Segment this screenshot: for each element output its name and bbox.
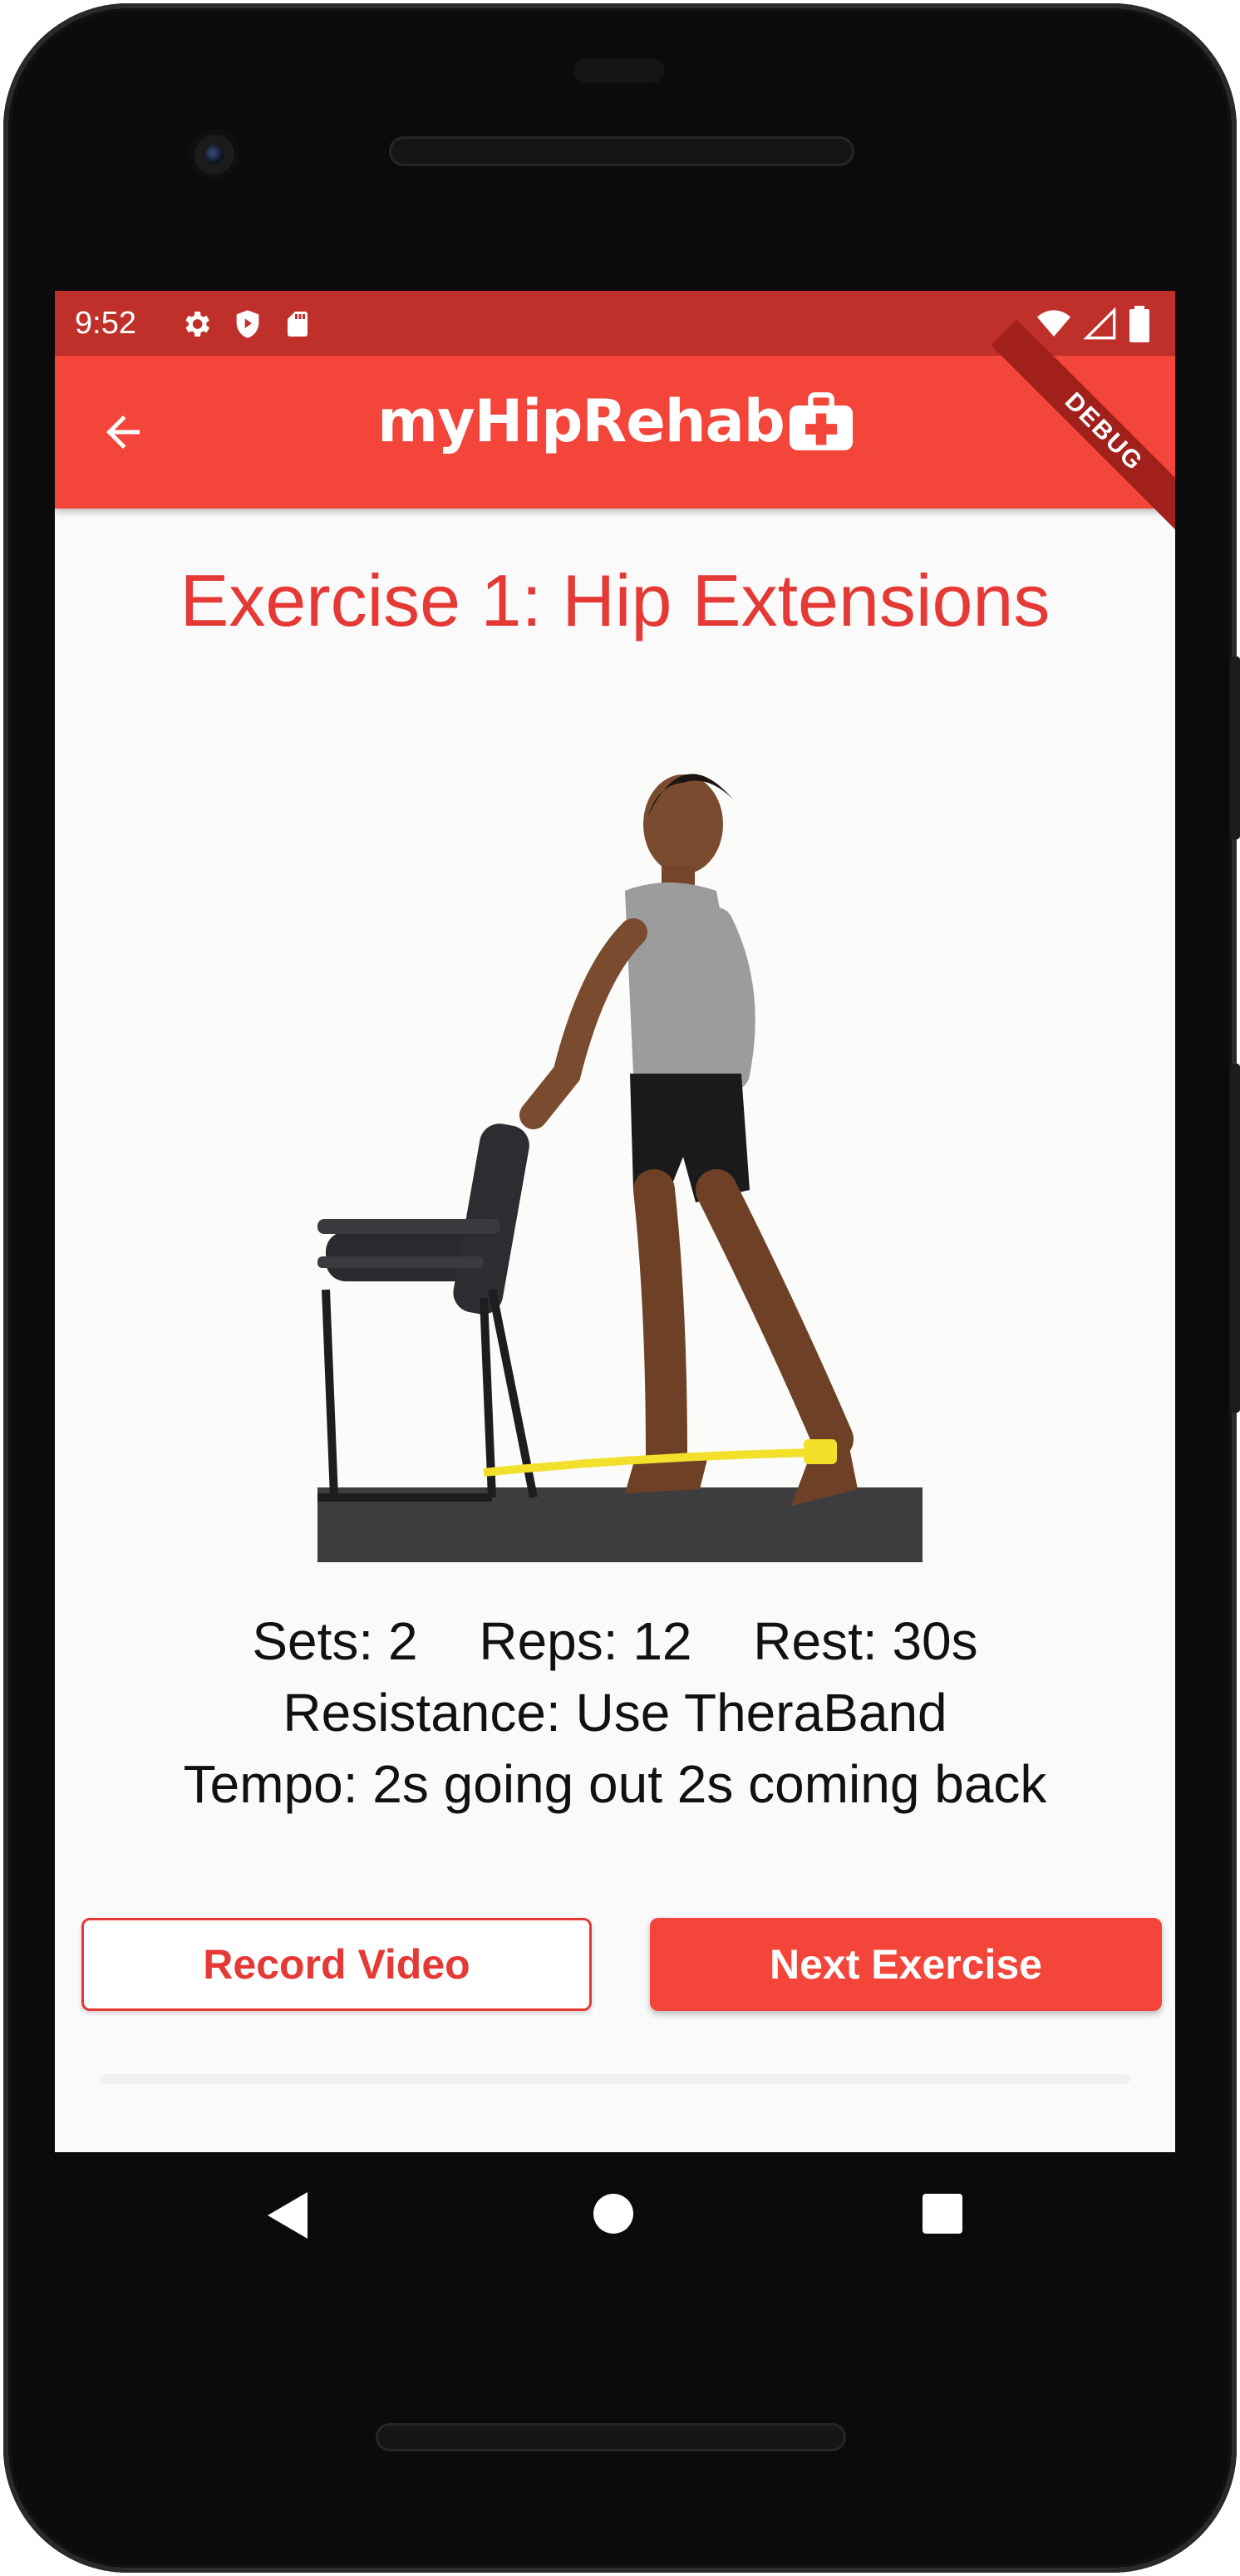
tempo-text: Tempo: 2s going out 2s coming back [183, 1754, 1047, 1814]
status-icons [180, 307, 312, 341]
resistance-text: Resistance: Use TheraBand [283, 1683, 947, 1743]
play-protect-icon [236, 310, 259, 338]
wifi-icon [1037, 310, 1070, 337]
exercise-title: Exercise 1: Hip Extensions [180, 559, 1051, 642]
bottom-speaker [376, 2423, 846, 2451]
front-camera [189, 130, 239, 179]
reps-text: Reps: 12 [479, 1611, 692, 1671]
nav-home-button[interactable] [592, 2192, 635, 2239]
app-bar: myHipRehab DEBUG [55, 319, 1175, 545]
nav-home-icon [593, 2194, 633, 2234]
nav-recents-icon [923, 2194, 962, 2234]
top-speaker [389, 136, 854, 166]
system-nav-bar [55, 2152, 1175, 2285]
next-exercise-button[interactable]: Next Exercise [650, 1918, 1162, 2011]
signal-icon [1084, 307, 1116, 340]
exercise-content: Exercise 1: Hip Extensions Sets: 2 Reps:… [55, 509, 1175, 2152]
progress-track [100, 2074, 1130, 2084]
power-button [1230, 656, 1240, 839]
exercise-image [317, 725, 923, 1564]
app-screen: 9:52 myHipRehab DEBUG Exercise 1: Hip Ex… [55, 291, 1175, 2152]
status-right-icons [1036, 306, 1150, 342]
nav-back-icon [268, 2192, 308, 2239]
details-row-stats: Sets: 2 Reps: 12 Rest: 30s [55, 1605, 1175, 1677]
nav-back-button[interactable] [268, 2192, 309, 2243]
sd-card-icon [288, 312, 308, 337]
volume-button [1230, 1064, 1240, 1413]
rest-text: Rest: 30s [753, 1611, 978, 1671]
exercise-details: Sets: 2 Reps: 12 Rest: 30s Resistance: U… [55, 1605, 1175, 1820]
record-video-button[interactable]: Record Video [81, 1918, 592, 2011]
earpiece [573, 58, 665, 83]
app-logo: myHipRehab [55, 387, 1175, 455]
sets-text: Sets: 2 [252, 1611, 418, 1671]
medical-kit-icon [789, 392, 853, 450]
status-time: 9:52 [75, 306, 136, 341]
battery-icon [1129, 306, 1149, 342]
nav-recents-button[interactable] [921, 2192, 964, 2239]
app-brand-text: myHipRehab [377, 387, 785, 455]
settings-icon [185, 312, 209, 337]
